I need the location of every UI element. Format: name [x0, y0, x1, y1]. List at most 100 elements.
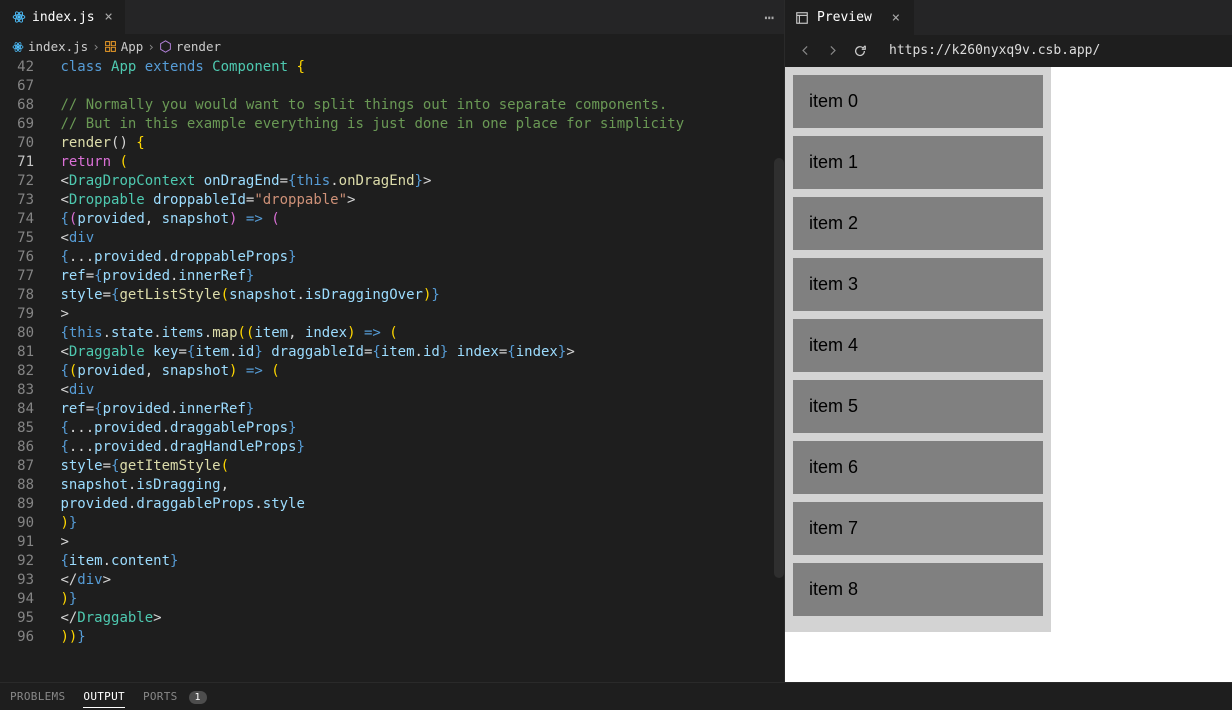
breadcrumb-method[interactable]: render: [176, 39, 221, 54]
preview-url[interactable]: https://k260nyxq9v.csb.app/: [889, 43, 1100, 58]
line-number: 83: [0, 381, 52, 400]
breadcrumb-class[interactable]: App: [121, 39, 144, 54]
tab-output[interactable]: OUTPUT: [83, 690, 125, 708]
line-number: 80: [0, 324, 52, 343]
line-number: 93: [0, 571, 52, 590]
editor-panel: index.js × ⋯ index.js › App › render: [0, 0, 784, 682]
ports-count-badge: 1: [189, 691, 207, 704]
code-line[interactable]: 68 // Normally you would want to split t…: [0, 96, 784, 115]
code-line[interactable]: 96 ))}: [0, 628, 784, 647]
chevron-right-icon: ›: [92, 39, 100, 54]
line-number: 87: [0, 457, 52, 476]
code-line[interactable]: 92 {item.content}: [0, 552, 784, 571]
code-editor[interactable]: 42 class App extends Component {6768 // …: [0, 58, 784, 682]
line-number: 90: [0, 514, 52, 533]
breadcrumb[interactable]: index.js › App › render: [0, 35, 784, 58]
line-number: 85: [0, 419, 52, 438]
reload-icon[interactable]: [853, 41, 867, 59]
line-number: 79: [0, 305, 52, 324]
code-line[interactable]: 75 <div: [0, 229, 784, 248]
line-number: 95: [0, 609, 52, 628]
code-line[interactable]: 88 snapshot.isDragging,: [0, 476, 784, 495]
line-number: 75: [0, 229, 52, 248]
tab-index-js[interactable]: index.js ×: [0, 0, 125, 34]
line-number: 92: [0, 552, 52, 571]
code-line[interactable]: 69 // But in this example everything is …: [0, 115, 784, 134]
code-line[interactable]: 91 >: [0, 533, 784, 552]
class-icon: [104, 40, 117, 53]
close-icon[interactable]: ×: [101, 9, 117, 25]
preview-icon: [795, 10, 809, 25]
code-line[interactable]: 71 return (: [0, 153, 784, 172]
tab-label: index.js: [32, 10, 95, 25]
back-icon[interactable]: [799, 42, 812, 58]
line-number: 89: [0, 495, 52, 514]
draggable-item[interactable]: item 2: [793, 197, 1043, 250]
more-icon[interactable]: ⋯: [764, 8, 774, 27]
code-line[interactable]: 72 <DragDropContext onDragEnd={this.onDr…: [0, 172, 784, 191]
tab-preview[interactable]: Preview ×: [785, 0, 914, 35]
react-icon: [12, 9, 26, 25]
code-line[interactable]: 70 render() {: [0, 134, 784, 153]
chevron-right-icon: ›: [147, 39, 155, 54]
bottom-panel: PROBLEMS OUTPUT PORTS 1: [0, 682, 1232, 710]
code-line[interactable]: 79 >: [0, 305, 784, 324]
code-line[interactable]: 93 </div>: [0, 571, 784, 590]
line-number: 94: [0, 590, 52, 609]
code-line[interactable]: 77 ref={provided.innerRef}: [0, 267, 784, 286]
react-icon: [12, 41, 24, 53]
line-number: 78: [0, 286, 52, 305]
code-line[interactable]: 83 <div: [0, 381, 784, 400]
draggable-item[interactable]: item 0: [793, 75, 1043, 128]
line-number: 70: [0, 134, 52, 153]
line-number: 82: [0, 362, 52, 381]
draggable-item[interactable]: item 8: [793, 563, 1043, 616]
breadcrumb-file[interactable]: index.js: [28, 39, 88, 54]
preview-toolbar: https://k260nyxq9v.csb.app/: [785, 35, 1232, 67]
preview-content[interactable]: item 0 item 1 item 2 item 3 item 4 item 5 item…: [785, 67, 1232, 682]
code-line[interactable]: 81 <Draggable key={item.id} draggableId=…: [0, 343, 784, 362]
preview-panel: Preview × https://k260nyxq9v.csb.app/ it…: [784, 0, 1232, 682]
draggable-item[interactable]: item 6: [793, 441, 1043, 494]
droppable-area[interactable]: item 0 item 1 item 2 item 3 item 4 item 5 item…: [785, 67, 1051, 632]
preview-tab-label: Preview: [817, 10, 872, 25]
code-line[interactable]: 90 )}: [0, 514, 784, 533]
scrollbar-vertical[interactable]: [774, 158, 784, 578]
code-line[interactable]: 94 )}: [0, 590, 784, 609]
draggable-item[interactable]: item 7: [793, 502, 1043, 555]
close-icon[interactable]: ×: [888, 10, 904, 26]
tab-problems[interactable]: PROBLEMS: [10, 690, 65, 703]
line-number: 91: [0, 533, 52, 552]
draggable-item[interactable]: item 4: [793, 319, 1043, 372]
code-line[interactable]: 82 {(provided, snapshot) => (: [0, 362, 784, 381]
code-line[interactable]: 89 provided.draggableProps.style: [0, 495, 784, 514]
editor-tabs: index.js × ⋯: [0, 0, 784, 35]
code-line[interactable]: 76 {...provided.droppableProps}: [0, 248, 784, 267]
editor-tab-actions: ⋯: [764, 8, 784, 27]
method-icon: [159, 40, 172, 53]
code-line[interactable]: 80 {this.state.items.map((item, index) =…: [0, 324, 784, 343]
code-line[interactable]: 73 <Droppable droppableId="droppable">: [0, 191, 784, 210]
code-line[interactable]: 74 {(provided, snapshot) => (: [0, 210, 784, 229]
preview-tabs: Preview ×: [785, 0, 1232, 35]
line-number: 72: [0, 172, 52, 191]
line-number: 42: [0, 58, 52, 77]
line-number: 88: [0, 476, 52, 495]
forward-icon[interactable]: [826, 42, 839, 58]
draggable-item[interactable]: item 5: [793, 380, 1043, 433]
draggable-item[interactable]: item 3: [793, 258, 1043, 311]
draggable-item[interactable]: item 1: [793, 136, 1043, 189]
code-line[interactable]: 87 style={getItemStyle(: [0, 457, 784, 476]
code-line[interactable]: 84 ref={provided.innerRef}: [0, 400, 784, 419]
code-line[interactable]: 95 </Draggable>: [0, 609, 784, 628]
code-line[interactable]: 85 {...provided.draggableProps}: [0, 419, 784, 438]
code-line[interactable]: 78 style={getListStyle(snapshot.isDraggi…: [0, 286, 784, 305]
code-line[interactable]: 67: [0, 77, 784, 96]
line-number: 67: [0, 77, 52, 96]
line-number: 84: [0, 400, 52, 419]
line-number: 86: [0, 438, 52, 457]
tab-ports[interactable]: PORTS 1: [143, 690, 207, 703]
code-line[interactable]: 86 {...provided.dragHandleProps}: [0, 438, 784, 457]
code-line[interactable]: 42 class App extends Component {: [0, 58, 784, 77]
line-number: 73: [0, 191, 52, 210]
